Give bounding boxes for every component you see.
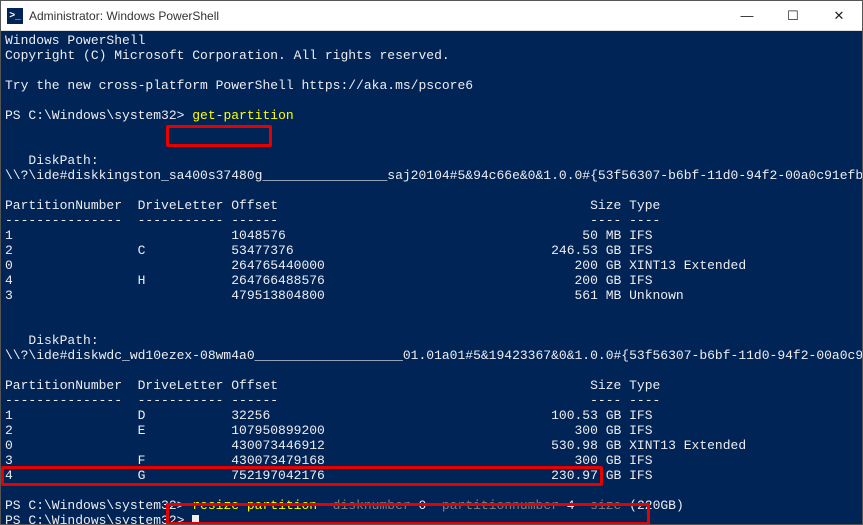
- disk0-row-1: 2 C 53477376 246.53 GB IFS: [5, 243, 653, 258]
- table-divider-0: --------------- ----------- ------ ---- …: [5, 213, 660, 228]
- disk1-label: DiskPath:: [5, 333, 99, 348]
- disk0-path: \\?\ide#diskkingston_sa400s37480g_______…: [5, 168, 862, 183]
- disk0-row-0: 1 1048576 50 MB IFS: [5, 228, 653, 243]
- disk1-row-2: 0 430073446912 530.98 GB XINT13 Extended: [5, 438, 746, 453]
- close-button[interactable]: ✕: [816, 1, 862, 30]
- maximize-button[interactable]: ☐: [770, 1, 816, 30]
- disk0-row-2: 0 264765440000 200 GB XINT13 Extended: [5, 258, 746, 273]
- disk1-path: \\?\ide#diskwdc_wd10ezex-08wm4a0________…: [5, 348, 862, 363]
- disk0-row-3: 4 H 264766488576 200 GB IFS: [5, 273, 653, 288]
- cmd-resize-p2: -partitionnumber: [426, 498, 559, 513]
- disk1-row-3: 3 F 430073479168 300 GB IFS: [5, 453, 653, 468]
- cursor: [192, 515, 199, 524]
- disk1-row-0: 1 D 32256 100.53 GB IFS: [5, 408, 653, 423]
- powershell-window: >_ Administrator: Windows PowerShell — ☐…: [0, 0, 863, 525]
- cmd-resize-v2: 4: [559, 498, 575, 513]
- table-header-1: PartitionNumber DriveLetter Offset Size …: [5, 378, 660, 393]
- minimize-button[interactable]: —: [724, 1, 770, 30]
- prompt-2: PS C:\Windows\system32>: [5, 498, 184, 513]
- header-line-1: Windows PowerShell: [5, 33, 145, 48]
- header-line-2: Copyright (C) Microsoft Corporation. All…: [5, 48, 450, 63]
- cmd-resize-p1: -disknumber: [317, 498, 411, 513]
- disk1-row-4: 4 G 752197042176 230.97 GB IFS: [5, 468, 653, 483]
- powershell-icon: >_: [7, 8, 23, 24]
- disk0-label: DiskPath:: [5, 153, 99, 168]
- prompt-3: PS C:\Windows\system32>: [5, 513, 184, 524]
- table-divider-1: --------------- ----------- ------ ---- …: [5, 393, 660, 408]
- window-controls: — ☐ ✕: [724, 1, 862, 30]
- window-title: Administrator: Windows PowerShell: [29, 9, 724, 23]
- prompt-1: PS C:\Windows\system32>: [5, 108, 184, 123]
- cmd-resize-p3: -size: [575, 498, 622, 513]
- cmd-resize-v3: (220GB): [621, 498, 683, 513]
- disk0-row-4: 3 479513804800 561 MB Unknown: [5, 288, 684, 303]
- cmd-get-partition: get-partition: [192, 108, 293, 123]
- titlebar[interactable]: >_ Administrator: Windows PowerShell — ☐…: [1, 1, 862, 31]
- cmd-resize-cmdlet: resize-partition: [192, 498, 317, 513]
- terminal-body[interactable]: Windows PowerShell Copyright (C) Microso…: [1, 31, 862, 524]
- cmd-resize-v1: 0: [411, 498, 427, 513]
- highlight-cmd1: [166, 125, 272, 147]
- table-header-0: PartitionNumber DriveLetter Offset Size …: [5, 198, 660, 213]
- try-line: Try the new cross-platform PowerShell ht…: [5, 78, 473, 93]
- disk1-row-1: 2 E 107950899200 300 GB IFS: [5, 423, 653, 438]
